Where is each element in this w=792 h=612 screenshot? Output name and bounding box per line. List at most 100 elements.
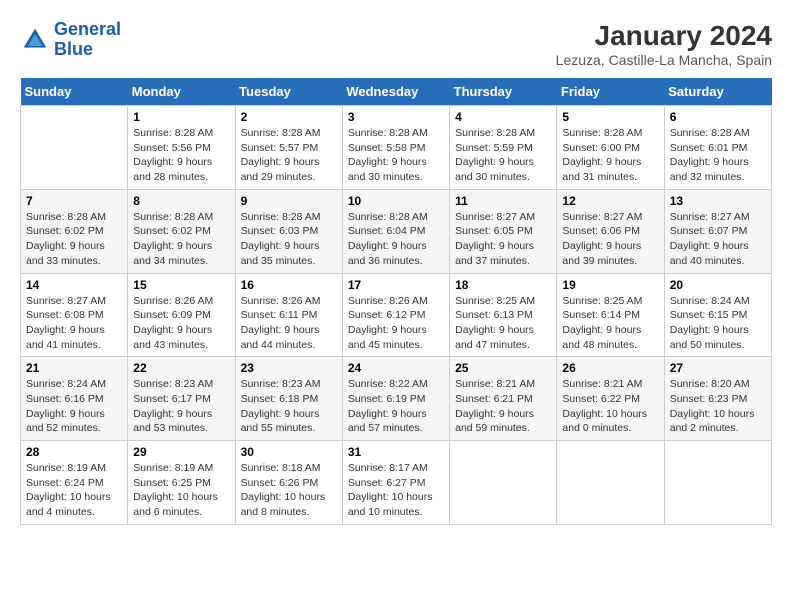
column-header-sunday: Sunday <box>21 78 128 106</box>
calendar-cell: 19Sunrise: 8:25 AMSunset: 6:14 PMDayligh… <box>557 273 664 357</box>
day-number: 30 <box>241 445 337 459</box>
calendar-cell: 4 Sunrise: 8:28 AMSunset: 5:59 PMDaylight… <box>450 106 557 190</box>
day-number: 26 <box>562 361 658 375</box>
day-number: 6 <box>670 110 766 124</box>
cell-info: Sunrise: 8:22 AMSunset: 6:19 PMDaylight:… <box>348 377 444 436</box>
cell-info: Sunrise: 8:26 AMSunset: 6:12 PMDaylight:… <box>348 294 444 353</box>
week-row-3: 14Sunrise: 8:27 AMSunset: 6:08 PMDayligh… <box>21 273 772 357</box>
day-number: 15 <box>133 278 229 292</box>
calendar-cell: 16 Sunrise: 8:26 AMSunset: 6:11 PMDayligh… <box>235 273 342 357</box>
day-number: 11 <box>455 194 551 208</box>
cell-info: Sunrise: 8:28 AMSunset: 5:56 PMDaylight:… <box>133 126 229 185</box>
cell-info: Sunrise: 8:28 AMSunset: 6:02 PMDaylight:… <box>26 210 122 269</box>
cell-info: Sunrise: 8:25 AMSunset: 6:14 PMDaylight:… <box>562 294 658 353</box>
calendar-cell: 20 Sunrise: 8:24 AMSunset: 6:15 PMDayligh… <box>664 273 771 357</box>
calendar-cell: 24 Sunrise: 8:22 AMSunset: 6:19 PMDayligh… <box>342 357 449 441</box>
cell-info: Sunrise: 8:23 AMSunset: 6:18 PMDaylight:… <box>241 377 337 436</box>
header: General Blue January 2024 Lezuza, Castil… <box>20 20 772 68</box>
day-number: 2 <box>241 110 337 124</box>
calendar-cell: 1Sunrise: 8:28 AMSunset: 5:56 PMDaylight… <box>128 106 235 190</box>
cell-info: Sunrise: 8:28 AMSunset: 6:00 PMDaylight:… <box>562 126 658 185</box>
calendar-cell: 14Sunrise: 8:27 AMSunset: 6:08 PMDayligh… <box>21 273 128 357</box>
calendar-cell: 22 Sunrise: 8:23 AMSunset: 6:17 PMDayligh… <box>128 357 235 441</box>
cell-info: Sunrise: 8:28 AMSunset: 5:58 PMDaylight:… <box>348 126 444 185</box>
cell-info: Sunrise: 8:27 AMSunset: 6:05 PMDaylight:… <box>455 210 551 269</box>
calendar-cell: 6Sunrise: 8:28 AMSunset: 6:01 PMDaylight… <box>664 106 771 190</box>
logo-text: General Blue <box>54 20 121 60</box>
calendar-cell: 21 Sunrise: 8:24 AMSunset: 6:16 PMDayligh… <box>21 357 128 441</box>
calendar-table: SundayMondayTuesdayWednesdayThursdayFrid… <box>20 78 772 525</box>
week-row-5: 28 Sunrise: 8:19 AMSunset: 6:24 PMDayligh… <box>21 441 772 525</box>
day-number: 16 <box>241 278 337 292</box>
calendar-cell: 9 Sunrise: 8:28 AMSunset: 6:03 PMDaylight… <box>235 189 342 273</box>
calendar-cell: 26 Sunrise: 8:21 AMSunset: 6:22 PMDayligh… <box>557 357 664 441</box>
calendar-cell: 25Sunrise: 8:21 AMSunset: 6:21 PMDayligh… <box>450 357 557 441</box>
cell-info: Sunrise: 8:28 AMSunset: 6:03 PMDaylight:… <box>241 210 337 269</box>
column-header-tuesday: Tuesday <box>235 78 342 106</box>
day-number: 24 <box>348 361 444 375</box>
calendar-cell: 15 Sunrise: 8:26 AMSunset: 6:09 PMDayligh… <box>128 273 235 357</box>
calendar-cell: 3Sunrise: 8:28 AMSunset: 5:58 PMDaylight… <box>342 106 449 190</box>
day-number: 9 <box>241 194 337 208</box>
cell-info: Sunrise: 8:21 AMSunset: 6:22 PMDaylight:… <box>562 377 658 436</box>
day-number: 8 <box>133 194 229 208</box>
cell-info: Sunrise: 8:28 AMSunset: 5:59 PMDaylight:… <box>455 126 551 185</box>
logo: General Blue <box>20 20 121 60</box>
column-header-friday: Friday <box>557 78 664 106</box>
calendar-cell <box>664 441 771 525</box>
day-number: 12 <box>562 194 658 208</box>
cell-info: Sunrise: 8:24 AMSunset: 6:16 PMDaylight:… <box>26 377 122 436</box>
day-number: 27 <box>670 361 766 375</box>
day-number: 29 <box>133 445 229 459</box>
cell-info: Sunrise: 8:20 AMSunset: 6:23 PMDaylight:… <box>670 377 766 436</box>
day-number: 17 <box>348 278 444 292</box>
calendar-cell: 27 Sunrise: 8:20 AMSunset: 6:23 PMDayligh… <box>664 357 771 441</box>
cell-info: Sunrise: 8:27 AMSunset: 6:06 PMDaylight:… <box>562 210 658 269</box>
cell-info: Sunrise: 8:19 AMSunset: 6:24 PMDaylight:… <box>26 461 122 520</box>
calendar-cell: 5 Sunrise: 8:28 AMSunset: 6:00 PMDaylight… <box>557 106 664 190</box>
header-row: SundayMondayTuesdayWednesdayThursdayFrid… <box>21 78 772 106</box>
cell-info: Sunrise: 8:21 AMSunset: 6:21 PMDaylight:… <box>455 377 551 436</box>
cell-info: Sunrise: 8:19 AMSunset: 6:25 PMDaylight:… <box>133 461 229 520</box>
calendar-cell: 10Sunrise: 8:28 AMSunset: 6:04 PMDayligh… <box>342 189 449 273</box>
main-title: January 2024 <box>556 20 772 52</box>
day-number: 21 <box>26 361 122 375</box>
calendar-cell: 30 Sunrise: 8:18 AMSunset: 6:26 PMDayligh… <box>235 441 342 525</box>
cell-info: Sunrise: 8:17 AMSunset: 6:27 PMDaylight:… <box>348 461 444 520</box>
day-number: 13 <box>670 194 766 208</box>
calendar-cell <box>21 106 128 190</box>
day-number: 18 <box>455 278 551 292</box>
calendar-cell: 23 Sunrise: 8:23 AMSunset: 6:18 PMDayligh… <box>235 357 342 441</box>
day-number: 28 <box>26 445 122 459</box>
cell-info: Sunrise: 8:18 AMSunset: 6:26 PMDaylight:… <box>241 461 337 520</box>
day-number: 4 <box>455 110 551 124</box>
cell-info: Sunrise: 8:28 AMSunset: 5:57 PMDaylight:… <box>241 126 337 185</box>
calendar-cell: 18Sunrise: 8:25 AMSunset: 6:13 PMDayligh… <box>450 273 557 357</box>
day-number: 14 <box>26 278 122 292</box>
logo-icon <box>20 25 50 55</box>
title-section: January 2024 Lezuza, Castille-La Mancha,… <box>556 20 772 68</box>
column-header-saturday: Saturday <box>664 78 771 106</box>
calendar-cell: 7 Sunrise: 8:28 AMSunset: 6:02 PMDaylight… <box>21 189 128 273</box>
cell-info: Sunrise: 8:28 AMSunset: 6:04 PMDaylight:… <box>348 210 444 269</box>
cell-info: Sunrise: 8:26 AMSunset: 6:09 PMDaylight:… <box>133 294 229 353</box>
day-number: 20 <box>670 278 766 292</box>
calendar-cell <box>557 441 664 525</box>
cell-info: Sunrise: 8:24 AMSunset: 6:15 PMDaylight:… <box>670 294 766 353</box>
calendar-cell: 2 Sunrise: 8:28 AMSunset: 5:57 PMDaylight… <box>235 106 342 190</box>
week-row-1: 1Sunrise: 8:28 AMSunset: 5:56 PMDaylight… <box>21 106 772 190</box>
day-number: 23 <box>241 361 337 375</box>
subtitle: Lezuza, Castille-La Mancha, Spain <box>556 52 772 68</box>
day-number: 5 <box>562 110 658 124</box>
calendar-cell: 8Sunrise: 8:28 AMSunset: 6:02 PMDaylight… <box>128 189 235 273</box>
week-row-4: 21 Sunrise: 8:24 AMSunset: 6:16 PMDayligh… <box>21 357 772 441</box>
cell-info: Sunrise: 8:26 AMSunset: 6:11 PMDaylight:… <box>241 294 337 353</box>
day-number: 22 <box>133 361 229 375</box>
cell-info: Sunrise: 8:23 AMSunset: 6:17 PMDaylight:… <box>133 377 229 436</box>
calendar-cell: 29 Sunrise: 8:19 AMSunset: 6:25 PMDayligh… <box>128 441 235 525</box>
day-number: 7 <box>26 194 122 208</box>
calendar-cell: 17 Sunrise: 8:26 AMSunset: 6:12 PMDayligh… <box>342 273 449 357</box>
calendar-cell: 12 Sunrise: 8:27 AMSunset: 6:06 PMDayligh… <box>557 189 664 273</box>
calendar-cell: 13Sunrise: 8:27 AMSunset: 6:07 PMDayligh… <box>664 189 771 273</box>
calendar-cell: 31Sunrise: 8:17 AMSunset: 6:27 PMDayligh… <box>342 441 449 525</box>
